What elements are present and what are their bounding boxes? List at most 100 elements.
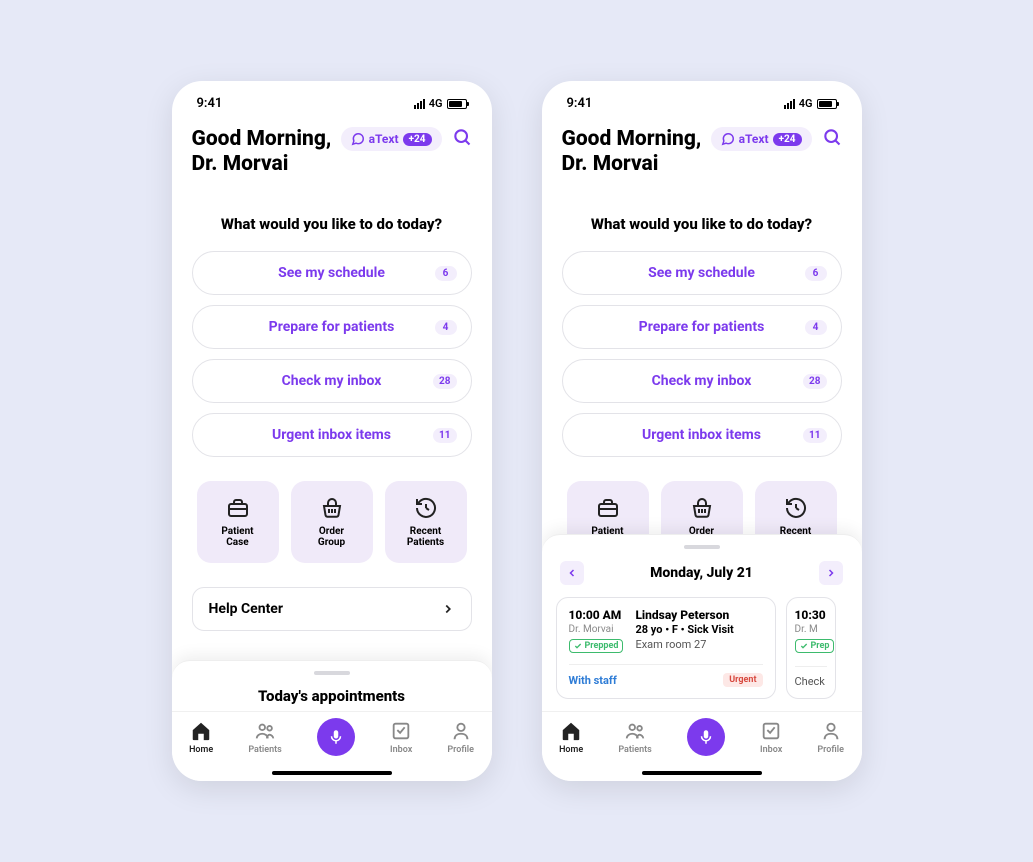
header-actions: aText +24 (341, 127, 472, 151)
quick-tiles: Patient Case Order Group Recent Patients (192, 481, 472, 563)
date-nav: Monday, July 21 (542, 561, 862, 597)
appointments-drawer-expanded[interactable]: Monday, July 21 10:00 AM Dr. Morvai Prep… (542, 534, 862, 711)
chevron-left-icon (566, 567, 578, 579)
action-label: Check my inbox (282, 373, 382, 389)
nav-profile[interactable]: Profile (817, 720, 844, 755)
mic-button[interactable] (317, 718, 355, 756)
action-see-schedule[interactable]: See my schedule 6 (192, 251, 472, 295)
action-badge: 11 (433, 428, 456, 443)
action-prepare-patients[interactable]: Prepare for patients 4 (192, 305, 472, 349)
tile-label: Patient Case (221, 526, 253, 548)
tile-label: Recent Patients (407, 526, 444, 548)
content: What would you like to do today? See my … (542, 215, 862, 563)
prepped-badge: Prepped (569, 639, 624, 653)
patient-name: Lindsay Peterson (635, 608, 733, 622)
check-icon (574, 642, 582, 650)
action-badge: 4 (435, 320, 457, 335)
home-indicator[interactable] (642, 771, 762, 775)
nav-patients[interactable]: Patients (248, 720, 281, 755)
action-see-schedule[interactable]: See my schedule 6 (562, 251, 842, 295)
appointments-row[interactable]: 10:00 AM Dr. Morvai Prepped Lindsay Pete… (542, 597, 862, 699)
greeting-line2: Dr. Morvai (192, 152, 332, 177)
help-label: Help Center (209, 601, 284, 617)
prepped-label: Prepped (585, 641, 619, 651)
briefcase-icon (226, 496, 250, 520)
atext-button[interactable]: aText +24 (711, 127, 812, 151)
prev-day-button[interactable] (560, 561, 584, 585)
drawer-title: Today's appointments (172, 687, 492, 705)
briefcase-icon (596, 496, 620, 520)
tile-order-group[interactable]: Order Group (291, 481, 373, 563)
status-bar: 9:41 4G (172, 81, 492, 119)
appointment-status[interactable]: With staff (569, 674, 617, 687)
search-icon (452, 127, 472, 147)
nav-inbox[interactable]: Inbox (760, 720, 782, 755)
home-indicator[interactable] (272, 771, 392, 775)
action-badge: 28 (433, 374, 456, 389)
tile-patient-case[interactable]: Patient Case (197, 481, 279, 563)
search-button[interactable] (822, 127, 842, 151)
network-label: 4G (429, 97, 443, 110)
mic-button[interactable] (687, 718, 725, 756)
prepped-badge: Prep (795, 639, 835, 653)
greeting-line1: Good Morning, (192, 127, 332, 152)
home-icon (190, 720, 212, 742)
action-label: Check my inbox (652, 373, 752, 389)
date-label: Monday, July 21 (650, 565, 753, 581)
battery-icon (447, 99, 467, 109)
nav-inbox[interactable]: Inbox (390, 720, 412, 755)
nav-home[interactable]: Home (559, 720, 583, 755)
action-check-inbox[interactable]: Check my inbox 28 (192, 359, 472, 403)
appointment-card-peek[interactable]: 10:30 Dr. M Prep Check (786, 597, 836, 699)
search-icon (822, 127, 842, 147)
action-urgent-inbox[interactable]: Urgent inbox items 11 (192, 413, 472, 457)
action-badge: 11 (803, 428, 826, 443)
nav-patients[interactable]: Patients (618, 720, 651, 755)
history-icon (414, 496, 438, 520)
appointment-time: 10:00 AM (569, 608, 624, 622)
appointments-drawer[interactable]: Today's appointments (172, 660, 492, 711)
action-label: See my schedule (278, 265, 385, 281)
nav-label: Patients (248, 745, 281, 755)
profile-icon (820, 720, 842, 742)
battery-icon (817, 99, 837, 109)
history-icon (784, 496, 808, 520)
header: Good Morning, Dr. Morvai aText +24 (172, 119, 492, 193)
atext-label: aText (369, 132, 399, 146)
nav-home[interactable]: Home (189, 720, 213, 755)
greeting: Good Morning, Dr. Morvai (192, 127, 332, 177)
patients-icon (624, 720, 646, 742)
help-center-button[interactable]: Help Center (192, 587, 472, 631)
action-check-inbox[interactable]: Check my inbox 28 (562, 359, 842, 403)
signal-icon (414, 99, 425, 109)
atext-button[interactable]: aText +24 (341, 127, 442, 151)
status-indicators: 4G (414, 97, 467, 110)
search-button[interactable] (452, 127, 472, 151)
drawer-handle[interactable] (684, 545, 720, 549)
nav-profile[interactable]: Profile (447, 720, 474, 755)
signal-icon (784, 99, 795, 109)
atext-count: +24 (773, 133, 802, 146)
action-prepare-patients[interactable]: Prepare for patients 4 (562, 305, 842, 349)
mic-icon (697, 728, 715, 746)
patients-icon (254, 720, 276, 742)
action-label: Urgent inbox items (272, 427, 391, 443)
nav-label: Patients (618, 745, 651, 755)
chevron-right-icon (441, 602, 455, 616)
action-urgent-inbox[interactable]: Urgent inbox items 11 (562, 413, 842, 457)
action-label: Prepare for patients (639, 319, 765, 335)
atext-count: +24 (403, 133, 432, 146)
chat-icon (351, 132, 365, 146)
drawer-handle[interactable] (314, 671, 350, 675)
status-bar: 9:41 4G (542, 81, 862, 119)
next-day-button[interactable] (819, 561, 843, 585)
action-label: Urgent inbox items (642, 427, 761, 443)
nav-label: Home (559, 745, 583, 755)
urgent-badge: Urgent (723, 673, 762, 687)
nav-label: Inbox (760, 745, 782, 755)
appointment-card[interactable]: 10:00 AM Dr. Morvai Prepped Lindsay Pete… (556, 597, 776, 699)
tile-recent-patients[interactable]: Recent Patients (385, 481, 467, 563)
phone-left: 9:41 4G Good Morning, Dr. Morvai aText +… (172, 81, 492, 781)
nav-label: Home (189, 745, 213, 755)
network-label: 4G (799, 97, 813, 110)
